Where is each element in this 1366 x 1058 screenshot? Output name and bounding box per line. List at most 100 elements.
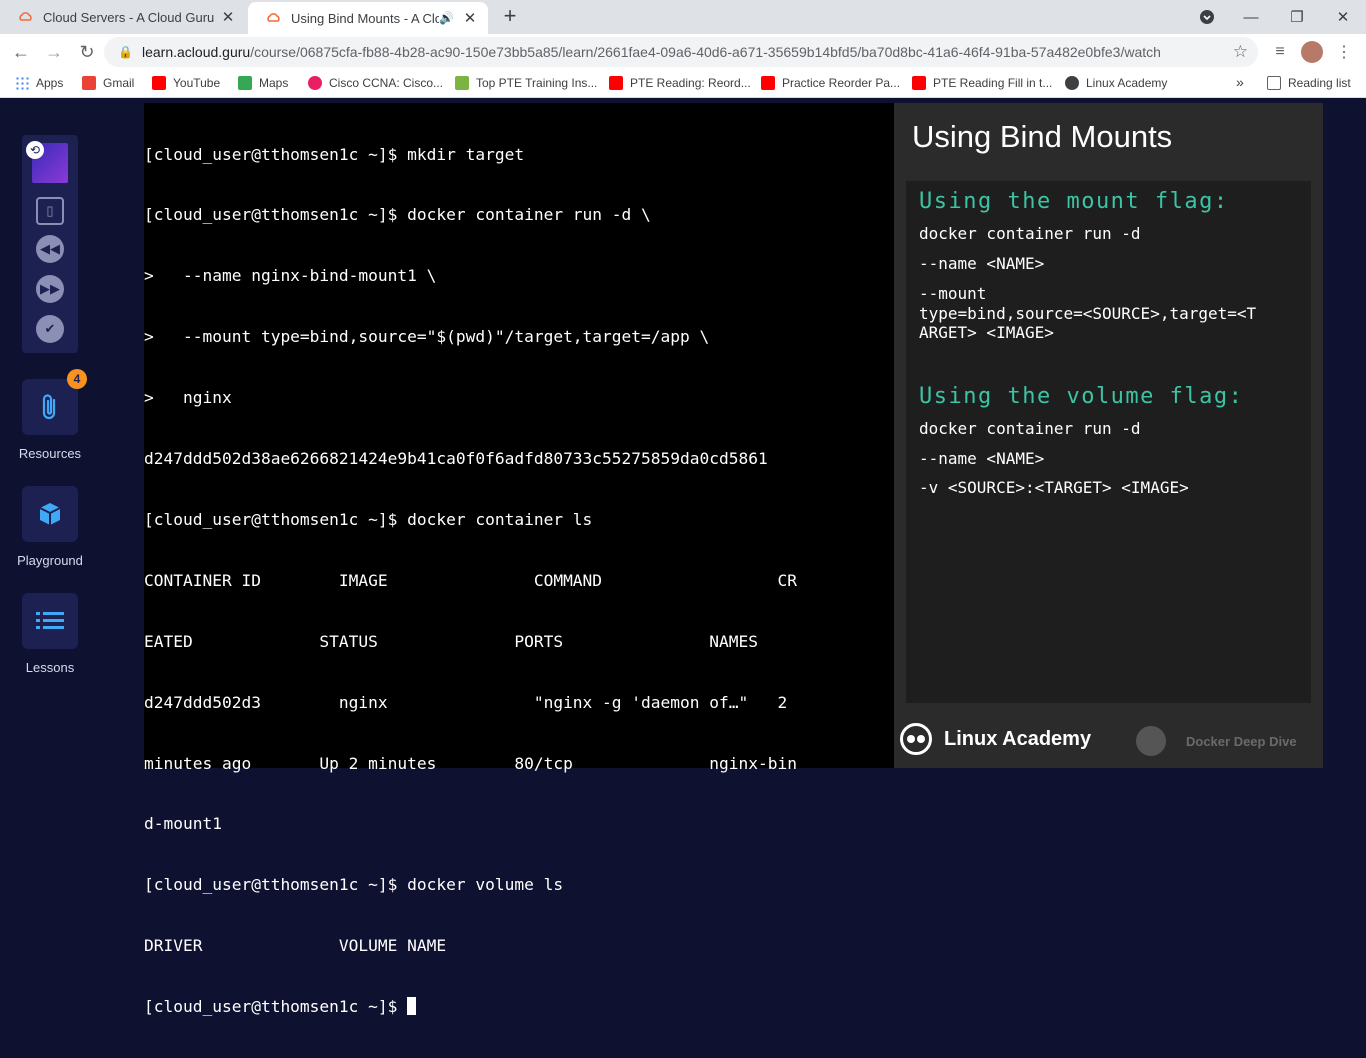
- sidebar-toggle-icon[interactable]: ▯: [36, 197, 64, 225]
- terminal-line: d247ddd502d3 nginx "nginx -g 'daemon of……: [144, 692, 788, 712]
- docker-course-icon: [1136, 726, 1166, 756]
- playground-button[interactable]: [22, 486, 78, 542]
- course-logo: Docker Deep Dive: [1136, 726, 1297, 756]
- close-window-icon[interactable]: ✕: [1320, 0, 1366, 34]
- terminal-line: [cloud_user@tthomsen1c ~]$ mkdir target: [144, 144, 525, 164]
- paperclip-icon: [42, 394, 56, 420]
- tab-search-icon[interactable]: [1184, 0, 1230, 34]
- playground-label: Playground: [17, 553, 83, 568]
- terminal-prompt: [cloud_user@tthomsen1c ~]$: [144, 997, 408, 1017]
- terminal-output: [cloud_user@tthomsen1c ~]$ mkdir target …: [144, 103, 894, 1016]
- terminal-line: CONTAINER ID IMAGE COMMAND CR: [144, 570, 797, 590]
- acloudguru-favicon-icon: [19, 12, 32, 21]
- more-bookmarks-icon[interactable]: »: [1236, 74, 1244, 90]
- back-to-course-icon[interactable]: ⟲: [26, 141, 44, 159]
- video-player[interactable]: [cloud_user@tthomsen1c ~]$ mkdir target …: [144, 103, 1323, 1016]
- brand-name: Linux Academy: [944, 727, 1092, 750]
- resources-label: Resources: [18, 446, 82, 461]
- fast-forward-icon[interactable]: ▶▶: [36, 275, 64, 303]
- maps-icon: [238, 76, 252, 90]
- volume-command-line: docker container run -d: [919, 419, 1141, 438]
- bookmark-practice-reorder[interactable]: Practice Reorder Pa...: [761, 76, 900, 90]
- slide-title: Using Bind Mounts: [912, 119, 1173, 154]
- url-host: learn.acloud.guru: [142, 44, 251, 60]
- bookmark-pte-reading-fill[interactable]: PTE Reading Fill in t...: [912, 76, 1052, 90]
- terminal-cursor: [407, 997, 417, 1016]
- terminal-line: DRIVER VOLUME NAME: [144, 936, 447, 956]
- bookmarks-bar: Apps Gmail YouTube Maps Cisco CCNA: Cisc…: [0, 70, 1366, 98]
- apps-grid-icon: [15, 76, 29, 90]
- terminal-line: d247ddd502d38ae6266821424e9b41ca0f0f6adf…: [144, 449, 768, 469]
- mount-flag-heading: Using the mount flag:: [919, 189, 1229, 214]
- rewind-icon[interactable]: ◀◀: [36, 235, 64, 263]
- volume-flag-heading: Using the volume flag:: [919, 384, 1244, 409]
- linux-academy-icon: [1065, 76, 1079, 90]
- linux-academy-logo: Linux Academy: [900, 723, 1091, 755]
- terminal-prompt-line: [cloud_user@tthomsen1c ~]$: [144, 997, 894, 1017]
- youtube-icon: [152, 76, 166, 90]
- mount-command-line: --mount type=bind,source=<SOURCE>,target…: [919, 284, 1257, 342]
- reading-list-button[interactable]: Reading list: [1267, 76, 1351, 90]
- reading-list-icon: [1267, 76, 1281, 90]
- volume-command-line: --name <NAME>: [919, 449, 1045, 468]
- bookmark-youtube[interactable]: YouTube: [152, 76, 220, 90]
- bookmark-apps[interactable]: Apps: [15, 76, 63, 90]
- lesson-sidebar: ⟲ ▯ ◀◀ ▶▶ ✔ 4 Resources Playground Lesso…: [0, 103, 144, 768]
- pte-training-icon: [455, 76, 469, 90]
- close-tab-icon[interactable]: ✕: [216, 8, 240, 26]
- terminal-line: d-mount1: [144, 814, 222, 834]
- forward-icon[interactable]: →: [42, 40, 66, 64]
- new-tab-icon[interactable]: +: [498, 5, 522, 29]
- playground-cube-icon: [39, 503, 61, 525]
- close-tab-icon[interactable]: ✕: [458, 9, 482, 27]
- lessons-button[interactable]: [22, 593, 78, 649]
- media-control-icon[interactable]: ≡: [1268, 40, 1292, 64]
- tab-title: Cloud Servers - A Cloud Guru: [43, 9, 215, 25]
- lessons-label: Lessons: [25, 660, 75, 675]
- minimize-icon[interactable]: —: [1228, 0, 1274, 34]
- tab-using-bind-mounts[interactable]: Using Bind Mounts - A Cloud Guru 🔊 ✕: [248, 2, 488, 34]
- lesson-slide: Using Bind Mounts Using the mount flag: …: [894, 103, 1323, 768]
- terminal-line: > --mount type=bind,source="$(pwd)"/targ…: [144, 327, 710, 347]
- slide-code-panel: Using the mount flag: docker container r…: [906, 181, 1311, 703]
- gmail-icon: [82, 76, 96, 90]
- audio-playing-icon[interactable]: 🔊: [439, 11, 454, 25]
- mount-command-line: docker container run -d: [919, 224, 1141, 243]
- browser-toolbar: ← → ↻ 🔒 learn.acloud.guru/course/06875cf…: [0, 34, 1366, 70]
- bookmark-star-icon[interactable]: ☆: [1233, 42, 1248, 62]
- reload-icon[interactable]: ↻: [75, 40, 99, 64]
- terminal-line: [cloud_user@tthomsen1c ~]$ docker contai…: [144, 509, 593, 529]
- terminal-line: > nginx: [144, 388, 232, 408]
- resources-count-badge: 4: [67, 369, 87, 389]
- bookmark-gmail[interactable]: Gmail: [82, 76, 134, 90]
- list-icon: [36, 612, 64, 629]
- bookmark-pte-reading-reorder[interactable]: PTE Reading: Reord...: [609, 76, 751, 90]
- owl-icon: [900, 723, 932, 755]
- bookmark-linux-academy[interactable]: Linux Academy: [1065, 76, 1167, 90]
- youtube-icon: [761, 76, 775, 90]
- lock-icon: 🔒: [118, 45, 133, 59]
- terminal-line: EATED STATUS PORTS NAMES: [144, 631, 758, 651]
- course-name: Docker Deep Dive: [1186, 733, 1297, 749]
- youtube-icon: [609, 76, 623, 90]
- menu-icon[interactable]: ⋮: [1332, 40, 1356, 64]
- bookmark-maps[interactable]: Maps: [238, 76, 288, 90]
- bookmark-cisco-ccna[interactable]: Cisco CCNA: Cisco...: [308, 76, 443, 90]
- address-bar[interactable]: 🔒 learn.acloud.guru/course/06875cfa-fb88…: [104, 37, 1258, 67]
- tab-title: Using Bind Mounts - A Cloud Guru: [291, 10, 440, 26]
- resources-button[interactable]: [22, 379, 78, 435]
- maximize-icon[interactable]: ❐: [1274, 0, 1320, 34]
- tab-cloud-servers[interactable]: Cloud Servers - A Cloud Guru ✕: [0, 0, 246, 34]
- volume-command-line: -v <SOURCE>:<TARGET> <IMAGE>: [919, 478, 1189, 497]
- mark-complete-icon[interactable]: ✔: [36, 315, 64, 343]
- terminal-line: minutes ago Up 2 minutes 80/tcp nginx-bi…: [144, 753, 797, 773]
- course-page: ⟲ ▯ ◀◀ ▶▶ ✔ 4 Resources Playground Lesso…: [0, 103, 1366, 1016]
- bookmark-top-pte[interactable]: Top PTE Training Ins...: [455, 76, 597, 90]
- profile-avatar[interactable]: [1300, 40, 1324, 64]
- cisco-icon: [308, 76, 322, 90]
- player-controls: ⟲ ▯ ◀◀ ▶▶ ✔: [22, 135, 78, 353]
- back-icon[interactable]: ←: [9, 40, 33, 64]
- tab-strip: Cloud Servers - A Cloud Guru ✕ Using Bin…: [0, 0, 1366, 34]
- mount-command-line: --name <NAME>: [919, 254, 1045, 273]
- terminal-line: [cloud_user@tthomsen1c ~]$ docker volume…: [144, 875, 564, 895]
